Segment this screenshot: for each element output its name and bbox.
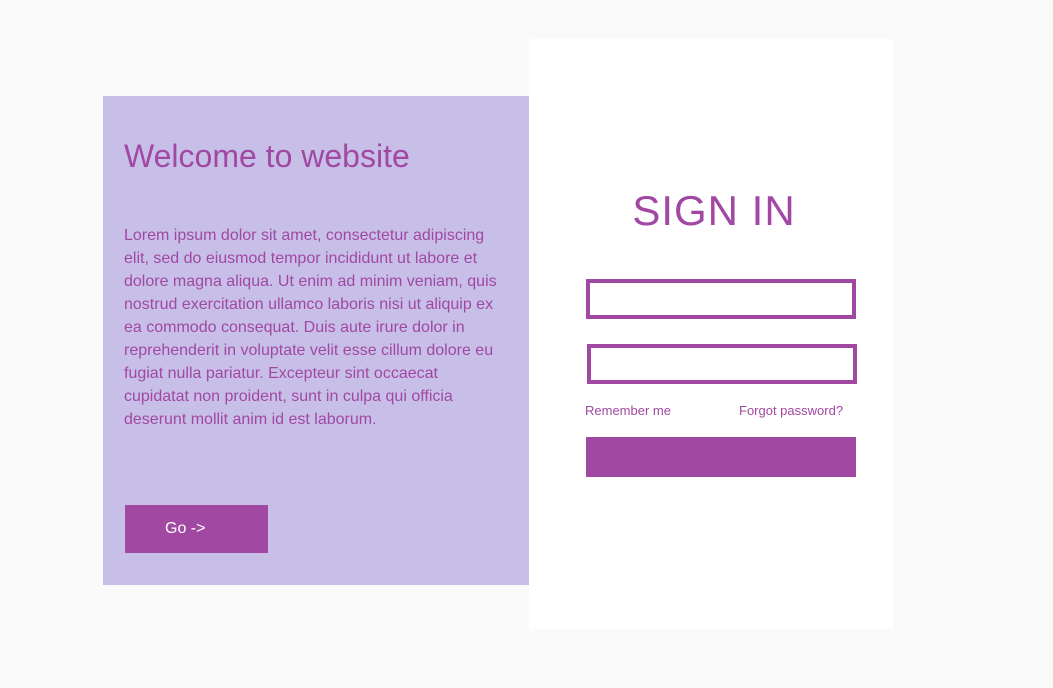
sign-in-title: SIGN IN	[632, 187, 796, 234]
welcome-description: Lorem ipsum dolor sit amet, consectetur …	[124, 227, 497, 428]
remember-me-link[interactable]: Remember me	[585, 403, 671, 418]
username-field[interactable]	[586, 279, 856, 319]
sign-in-card: SIGN IN Remember me Forgot password?	[529, 39, 893, 629]
forgot-password-link[interactable]: Forgot password?	[739, 403, 843, 418]
welcome-panel: Welcome to website Lorem ipsum dolor sit…	[103, 96, 529, 585]
password-field[interactable]	[587, 344, 857, 384]
go-button[interactable]: Go ->	[125, 505, 268, 553]
sign-in-submit-button[interactable]	[586, 437, 856, 477]
welcome-title: Welcome to website	[124, 138, 410, 174]
